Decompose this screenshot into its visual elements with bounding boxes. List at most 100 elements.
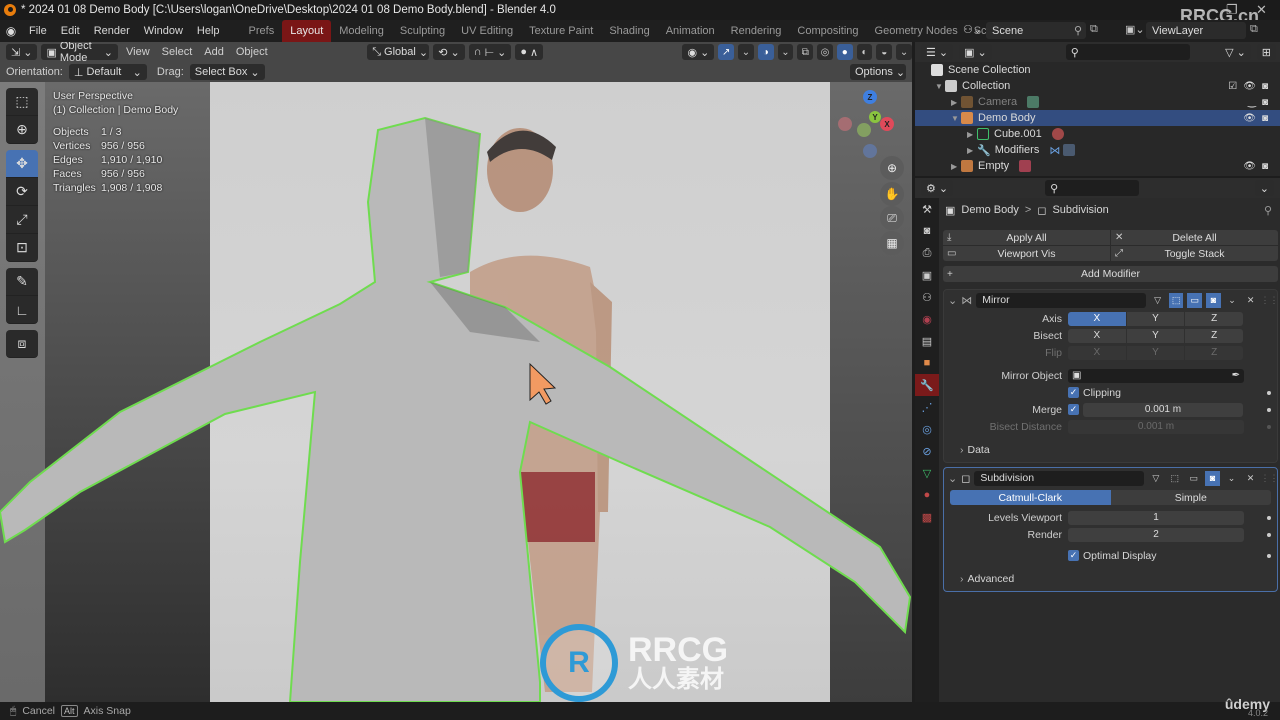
tab-geometry-nodes[interactable]: Geometry Nodes xyxy=(867,20,966,42)
levels-viewport-field[interactable]: 1 xyxy=(1068,510,1244,525)
outliner-item-collection[interactable]: ▼ Collection ☑ 👁 ◙ xyxy=(915,78,1280,94)
collapse-chevron-icon[interactable]: ⌄ xyxy=(948,294,957,307)
subdivision-name-field[interactable]: Subdivision xyxy=(974,470,1145,486)
menu-render[interactable]: Render xyxy=(87,20,137,42)
optimal-display-checkbox[interactable]: ✓ xyxy=(1068,550,1079,561)
menu-object[interactable]: Object xyxy=(232,46,272,58)
remove-modifier-button[interactable]: ✕ xyxy=(1243,471,1258,486)
new-view-layer-icon[interactable]: ⧉ xyxy=(1250,23,1258,36)
axis-neg-x[interactable] xyxy=(838,117,852,131)
tool-add-cube[interactable]: ⧈ xyxy=(6,330,38,358)
merge-checkbox[interactable]: ✓ xyxy=(1068,404,1079,415)
bisect-y-toggle[interactable]: Y xyxy=(1126,328,1185,343)
outliner-item-demo-body[interactable]: ▼ Demo Body 👁 ◙ xyxy=(915,110,1280,126)
tab-texture-paint[interactable]: Texture Paint xyxy=(521,20,601,42)
expand-arrow-icon[interactable]: ▶ xyxy=(967,130,977,139)
tab-render[interactable]: ◙ xyxy=(915,220,939,242)
tab-world[interactable]: ◉ xyxy=(915,308,939,330)
tool-cursor[interactable]: ⊕ xyxy=(6,116,38,144)
drag-selector[interactable]: Select Box ⌄ xyxy=(189,64,265,80)
tab-shading[interactable]: Shading xyxy=(601,20,657,42)
drag-handle[interactable]: ⋮⋮ xyxy=(1260,471,1278,486)
xray-toggle[interactable]: ⧉ xyxy=(797,44,814,60)
tab-modeling[interactable]: Modeling xyxy=(331,20,392,42)
tool-select-box[interactable]: ⬚ xyxy=(6,88,38,116)
shading-wireframe[interactable]: ◎ xyxy=(817,44,833,60)
pin-icon[interactable]: ⚲ xyxy=(1264,204,1272,217)
toggle-stack-button[interactable]: ⤢ Toggle Stack xyxy=(1111,246,1278,261)
axis-y-toggle[interactable]: Y xyxy=(1126,311,1185,326)
outliner-item-modifiers[interactable]: ▶ 🔧 Modifiers ⋈ xyxy=(915,142,1280,158)
tab-scene[interactable]: ⚇ xyxy=(915,286,939,308)
proportional-edit-button[interactable]: ● ∧ xyxy=(515,44,544,60)
tab-tool[interactable]: ⚒ xyxy=(915,198,939,220)
axis-x[interactable]: X xyxy=(880,117,894,131)
render-toggle[interactable]: ◙ xyxy=(1205,470,1221,486)
editor-type-button[interactable]: ⇲ ⌄ xyxy=(6,44,38,60)
axis-y[interactable]: Y xyxy=(869,111,881,123)
expand-arrow-icon[interactable]: ▼ xyxy=(951,114,961,123)
flip-z-toggle[interactable]: Z xyxy=(1185,345,1244,360)
simple-option[interactable]: Simple xyxy=(1110,490,1271,505)
shading-dropdown[interactable]: ⌄ xyxy=(896,44,912,60)
keyframe-dot[interactable] xyxy=(1267,532,1271,537)
render-camera-icon[interactable]: ◙ xyxy=(1262,81,1268,92)
menu-help[interactable]: Help xyxy=(190,20,227,42)
data-subpanel[interactable]: › Data xyxy=(944,441,1277,458)
axis-neg-y[interactable] xyxy=(857,123,871,137)
render-camera-icon[interactable]: ◙ xyxy=(1262,97,1268,108)
gizmo-toggle[interactable]: ↗ xyxy=(718,44,735,60)
3d-viewport[interactable]: R RRCG 人人素材 ⇲ ⌄ ▣ Object Mode ⌄ View Selec… xyxy=(0,42,912,702)
navigation-gizmo[interactable]: Z Y X xyxy=(835,87,895,158)
bisect-x-toggle[interactable]: X xyxy=(1068,328,1126,343)
edit-mode-toggle[interactable]: ▽ xyxy=(1150,293,1165,308)
view-layer-selector[interactable]: ViewLayer xyxy=(1146,22,1246,39)
axis-z-toggle[interactable]: Z xyxy=(1185,311,1244,326)
tab-prefs[interactable]: Prefs xyxy=(241,20,283,42)
overlay-dropdown[interactable]: ⌄ xyxy=(777,44,794,60)
render-levels-field[interactable]: 2 xyxy=(1068,527,1244,542)
scene-icon[interactable]: ⚇⌄ xyxy=(963,23,982,36)
tab-modifiers[interactable]: 🔧 xyxy=(915,374,939,396)
options-button[interactable]: Options ⌄ xyxy=(850,64,906,80)
modifier-menu-dropdown[interactable]: ⌄ xyxy=(1224,471,1239,486)
tab-animation[interactable]: Animation xyxy=(658,20,723,42)
tab-object[interactable]: ■ xyxy=(915,352,939,374)
outliner-editor-type[interactable]: ☰ ⌄ xyxy=(921,44,954,60)
tab-uv-editing[interactable]: UV Editing xyxy=(453,20,521,42)
expand-arrow-icon[interactable]: ▶ xyxy=(967,146,977,155)
merge-distance-field[interactable]: 0.001 m xyxy=(1083,402,1243,417)
modifier-menu-dropdown[interactable]: ⌄ xyxy=(1225,293,1240,308)
checkbox-icon[interactable]: ☑ xyxy=(1228,81,1237,92)
keyframe-dot[interactable] xyxy=(1267,390,1271,395)
viewport-vis-button[interactable]: ▭ Viewport Vis xyxy=(943,246,1110,261)
render-camera-icon[interactable]: ◙ xyxy=(1262,113,1268,124)
tool-transform[interactable]: ⊡ xyxy=(6,234,38,262)
tab-texture[interactable]: ▩ xyxy=(915,506,939,528)
eyedropper-icon[interactable]: ✒ xyxy=(1232,370,1240,381)
new-collection-button[interactable]: ⊞ xyxy=(1256,44,1276,60)
expand-arrow-icon[interactable]: ▶ xyxy=(951,162,961,171)
advanced-subpanel[interactable]: › Advanced xyxy=(944,570,1277,587)
keyframe-dot[interactable] xyxy=(1267,424,1271,429)
tool-move[interactable]: ✥ xyxy=(6,150,38,178)
pan-button[interactable]: ✋ xyxy=(880,182,904,206)
keyframe-dot[interactable] xyxy=(1267,407,1271,412)
menu-file[interactable]: File xyxy=(22,20,54,42)
expand-arrow-icon[interactable]: ▶ xyxy=(951,98,961,107)
drag-handle[interactable]: ⋮⋮ xyxy=(1260,293,1278,308)
flip-x-toggle[interactable]: X xyxy=(1068,345,1126,360)
eye-icon[interactable]: 👁 xyxy=(1243,113,1256,124)
mode-selector[interactable]: ▣ Object Mode ⌄ xyxy=(41,42,119,64)
catmull-clark-option[interactable]: Catmull-Clark xyxy=(950,490,1111,505)
viewport-toggle[interactable]: ▭ xyxy=(1187,292,1203,308)
shading-rendered[interactable]: ◒ xyxy=(876,44,893,60)
tab-collection[interactable]: ▤ xyxy=(915,330,939,352)
view-layer-icon[interactable]: ▣⌄ xyxy=(1125,23,1145,36)
keyframe-dot[interactable] xyxy=(1267,515,1271,520)
clipping-checkbox[interactable]: ✓ xyxy=(1068,387,1079,398)
keyframe-dot[interactable] xyxy=(1267,553,1271,558)
expand-arrow-icon[interactable]: ▼ xyxy=(935,82,945,91)
tab-view-layer[interactable]: ▣ xyxy=(915,264,939,286)
outliner-search[interactable]: ⚲ xyxy=(1065,44,1190,60)
